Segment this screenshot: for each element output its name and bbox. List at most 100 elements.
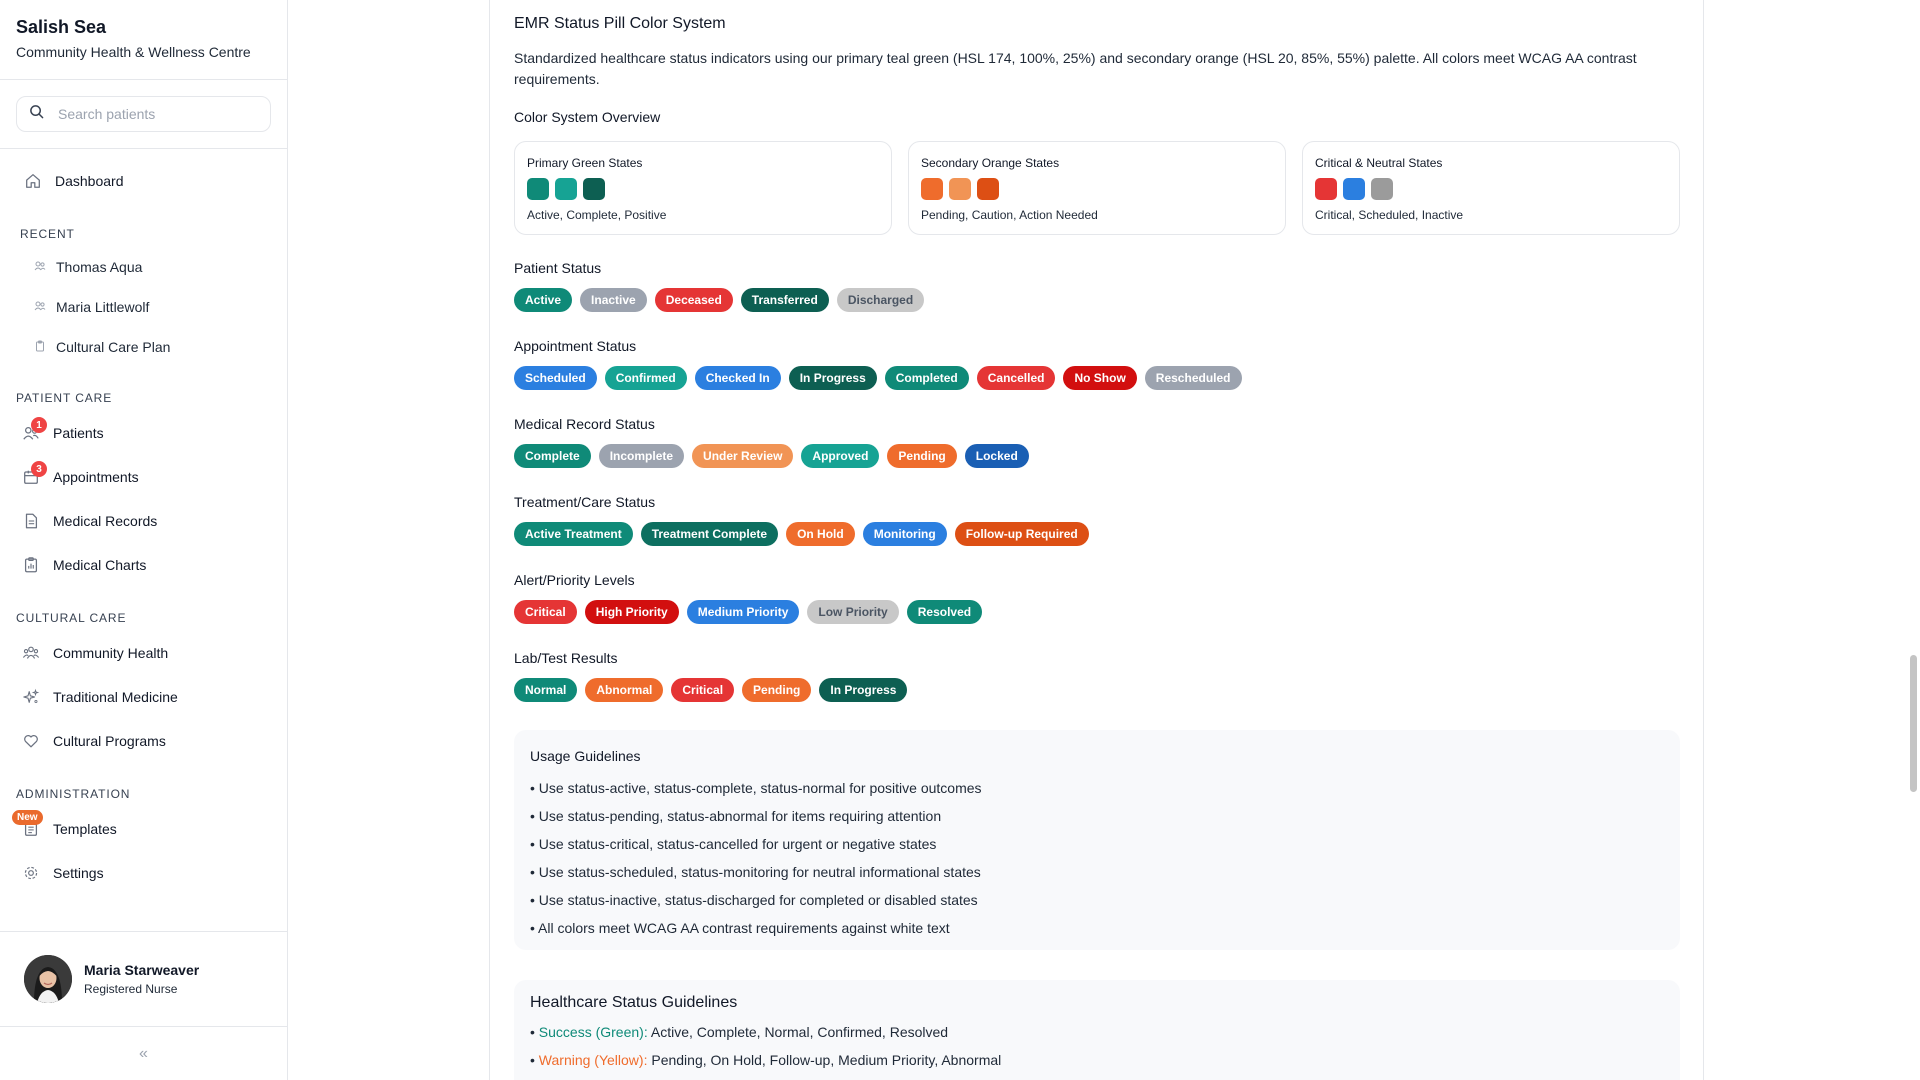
- status-pill: Transferred: [740, 288, 829, 312]
- status-pill: Complete: [514, 444, 591, 468]
- sidebar-nav: Dashboard RECENT Thomas Aqua Maria Littl…: [0, 149, 287, 895]
- status-pill: Monitoring: [862, 522, 947, 546]
- overview-card: Critical & Neutral States Critical, Sched…: [1302, 141, 1680, 235]
- sparkles-icon: [20, 686, 42, 708]
- status-pill: Pending: [742, 678, 812, 702]
- sidebar-item-label: Dashboard: [55, 173, 124, 189]
- overview-card-title: Critical & Neutral States: [1315, 156, 1443, 170]
- page-scrollbar[interactable]: [1908, 0, 1920, 1080]
- usage-guidelines-list: • Use status-active, status-complete, st…: [530, 774, 1664, 942]
- status-category-label: Warning (Yellow):: [538, 1052, 648, 1068]
- overview-card: Primary Green States Active, Complete, Po…: [514, 141, 892, 235]
- status-category-items: Pending, On Hold, Follow-up, Medium Prio…: [647, 1052, 1002, 1068]
- overview-title: Color System Overview: [514, 109, 661, 125]
- status-pill: Discharged: [836, 288, 925, 312]
- brand-subtitle: Community Health & Wellness Centre: [16, 44, 251, 60]
- status-pill: Critical: [514, 600, 577, 624]
- status-group-title: Appointment Status: [514, 338, 637, 354]
- bullet: •: [530, 1052, 539, 1068]
- clipboard-chart-icon: [20, 554, 42, 576]
- healthcare-guidelines-list: • Success (Green): Active, Complete, Nor…: [530, 1018, 1664, 1074]
- sidebar-item-community-health[interactable]: Community Health: [0, 631, 287, 675]
- overview-card-subtitle: Critical, Scheduled, Inactive: [1315, 208, 1464, 222]
- sidebar-item-label: Settings: [53, 865, 104, 881]
- healthcare-guideline-item: • Success (Green): Active, Complete, Nor…: [530, 1018, 1664, 1046]
- home-icon: [22, 170, 44, 192]
- sidebar-item-traditional-medicine[interactable]: Traditional Medicine: [0, 675, 287, 719]
- recent-item-maria-littlewolf[interactable]: Maria Littlewolf: [0, 287, 287, 327]
- appointments-count-badge: 3: [31, 461, 47, 477]
- status-group-title: Treatment/Care Status: [514, 494, 656, 510]
- status-pill: Critical: [671, 678, 735, 702]
- color-swatch: [1343, 178, 1365, 200]
- color-swatch: [977, 178, 999, 200]
- status-pill-row: Critical High Priority Medium Priority Low …: [514, 600, 990, 624]
- sidebar-item-medical-charts[interactable]: Medical Charts: [0, 543, 287, 587]
- color-swatches: [527, 178, 879, 200]
- sidebar-item-appointments[interactable]: 3 Appointments: [0, 455, 287, 499]
- status-pill-row: Active Treatment Treatment Complete On Hol…: [514, 522, 1097, 546]
- color-swatch: [1315, 178, 1337, 200]
- sidebar-item-label: Community Health: [53, 645, 169, 661]
- user-role: Registered Nurse: [84, 982, 178, 996]
- collapse-sidebar-button[interactable]: «: [0, 1040, 287, 1068]
- heart-icon: [20, 730, 42, 752]
- gear-icon: [20, 862, 42, 884]
- status-pill: No Show: [1063, 366, 1137, 390]
- status-pill: Completed: [884, 366, 969, 390]
- status-pill: Checked In: [694, 366, 781, 390]
- status-pill: Resolved: [906, 600, 983, 624]
- page-title: EMR Status Pill Color System: [514, 15, 726, 32]
- status-pill-row: Scheduled Confirmed Checked In In Progress C…: [514, 366, 1250, 390]
- status-pill: Active: [514, 288, 573, 312]
- search-box[interactable]: [16, 96, 271, 132]
- sidebar-item-dashboard[interactable]: Dashboard: [0, 159, 287, 203]
- overview-card-title: Secondary Orange States: [921, 156, 1060, 170]
- search-icon: [29, 104, 44, 124]
- recent-item-cultural-care-plan[interactable]: Cultural Care Plan: [0, 327, 287, 367]
- status-pill: Medium Priority: [686, 600, 800, 624]
- sidebar-item-templates[interactable]: New Templates: [0, 807, 287, 851]
- status-pill: Locked: [964, 444, 1029, 468]
- color-swatches: [1315, 178, 1667, 200]
- sidebar-item-label: Appointments: [53, 469, 139, 485]
- status-pill: Incomplete: [598, 444, 685, 468]
- status-pill: Normal: [514, 678, 578, 702]
- status-pill: Under Review: [692, 444, 794, 468]
- usage-guideline-item: • All colors meet WCAG AA contrast requi…: [530, 920, 950, 936]
- user-profile[interactable]: Maria Starweaver Registered Nurse: [0, 931, 287, 1027]
- patients-count-badge: 1: [31, 417, 47, 433]
- color-swatch: [921, 178, 943, 200]
- status-group-title: Medical Record Status: [514, 416, 655, 432]
- sidebar-item-label: Medical Records: [53, 513, 158, 529]
- sidebar-item-medical-records[interactable]: Medical Records: [0, 499, 287, 543]
- people-icon: [34, 259, 46, 275]
- page-description: Standardized healthcare status indicator…: [514, 50, 1637, 87]
- section-title-recent: RECENT: [20, 227, 75, 241]
- recent-item-label: Cultural Care Plan: [56, 339, 171, 355]
- status-pill: Approved: [801, 444, 880, 468]
- people-icon: [34, 299, 46, 315]
- section-title-administration: ADMINISTRATION: [16, 787, 131, 801]
- color-swatch: [555, 178, 577, 200]
- sidebar-item-cultural-programs[interactable]: Cultural Programs: [0, 719, 287, 763]
- recent-item-label: Thomas Aqua: [56, 259, 143, 275]
- status-pill: Inactive: [580, 288, 647, 312]
- recent-item-thomas-aqua[interactable]: Thomas Aqua: [0, 247, 287, 287]
- templates-new-badge: New: [12, 810, 43, 825]
- sidebar-item-patients[interactable]: 1 Patients: [0, 411, 287, 455]
- user-info: Maria Starweaver Registered Nurse: [84, 962, 199, 996]
- scrollbar-thumb[interactable]: [1910, 655, 1917, 792]
- status-pill: High Priority: [584, 600, 679, 624]
- status-group-title: Patient Status: [514, 260, 602, 276]
- status-pill: Active Treatment: [514, 522, 633, 546]
- brand-title: Salish Sea: [16, 17, 107, 37]
- status-pill: Treatment Complete: [640, 522, 779, 546]
- overview-card-title: Primary Green States: [527, 156, 643, 170]
- sidebar-item-label: Templates: [53, 821, 117, 837]
- sidebar-item-settings[interactable]: Settings: [0, 851, 287, 895]
- status-pill: In Progress: [788, 366, 877, 390]
- overview-card-subtitle: Pending, Caution, Action Needed: [921, 208, 1098, 222]
- search-input[interactable]: [58, 106, 258, 122]
- main-content: EMR Status Pill Color System Standardize…: [489, 0, 1704, 1080]
